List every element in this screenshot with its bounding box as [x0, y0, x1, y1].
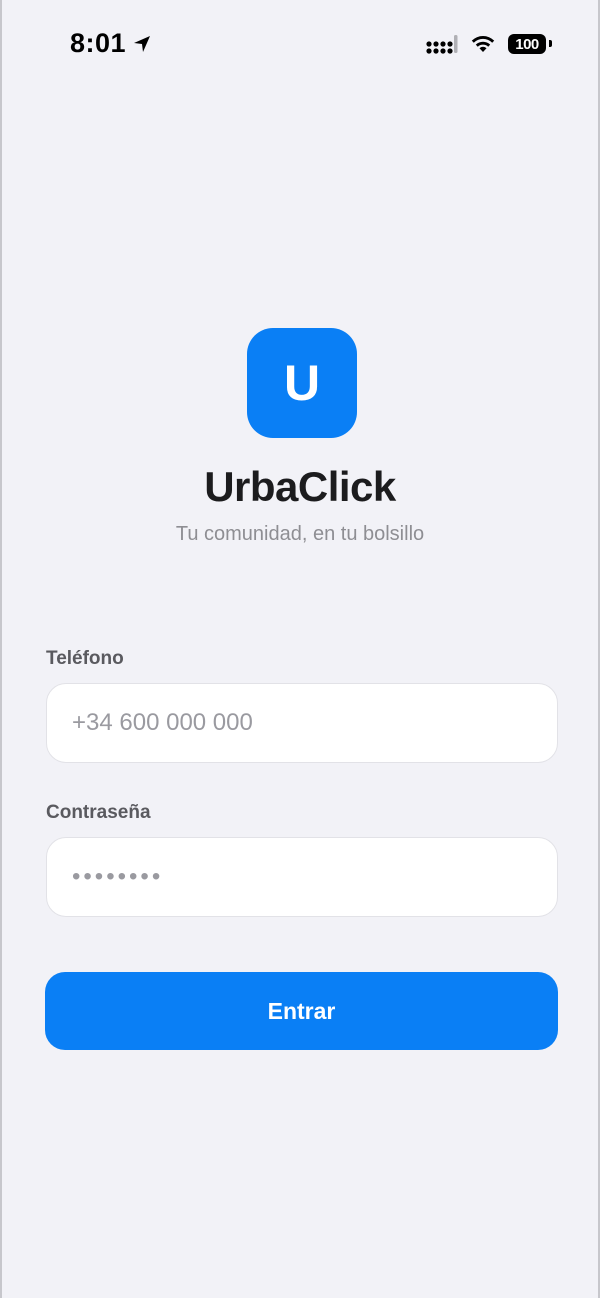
battery-body: 100 [508, 34, 546, 54]
location-arrow-icon [132, 34, 152, 54]
password-label: Contraseña [46, 802, 151, 823]
app-logo: U [247, 328, 357, 438]
status-time-text: 8:01 [70, 28, 127, 58]
phone-input[interactable] [46, 683, 558, 763]
status-bar: 8:01 100 [2, 0, 598, 88]
battery-level: 100 [515, 35, 539, 53]
wifi-icon [471, 36, 495, 52]
app-subtitle: Tu comunidad, en tu bolsillo [175, 523, 425, 545]
cellular-signal-icon [426, 35, 458, 54]
login-screen: 8:01 100 U UrbaClick Tu comunidad, en tu… [0, 0, 600, 1298]
phone-label: Teléfono [46, 648, 124, 669]
battery-cap [549, 40, 552, 47]
app-logo-letter: U [283, 355, 321, 411]
app-title: UrbaClick [204, 463, 396, 510]
status-indicators: 100 [426, 33, 552, 55]
password-input[interactable] [46, 837, 558, 917]
login-button[interactable]: Entrar [45, 972, 558, 1050]
status-time: 8:01 [70, 28, 152, 59]
battery-icon: 100 [508, 33, 552, 55]
